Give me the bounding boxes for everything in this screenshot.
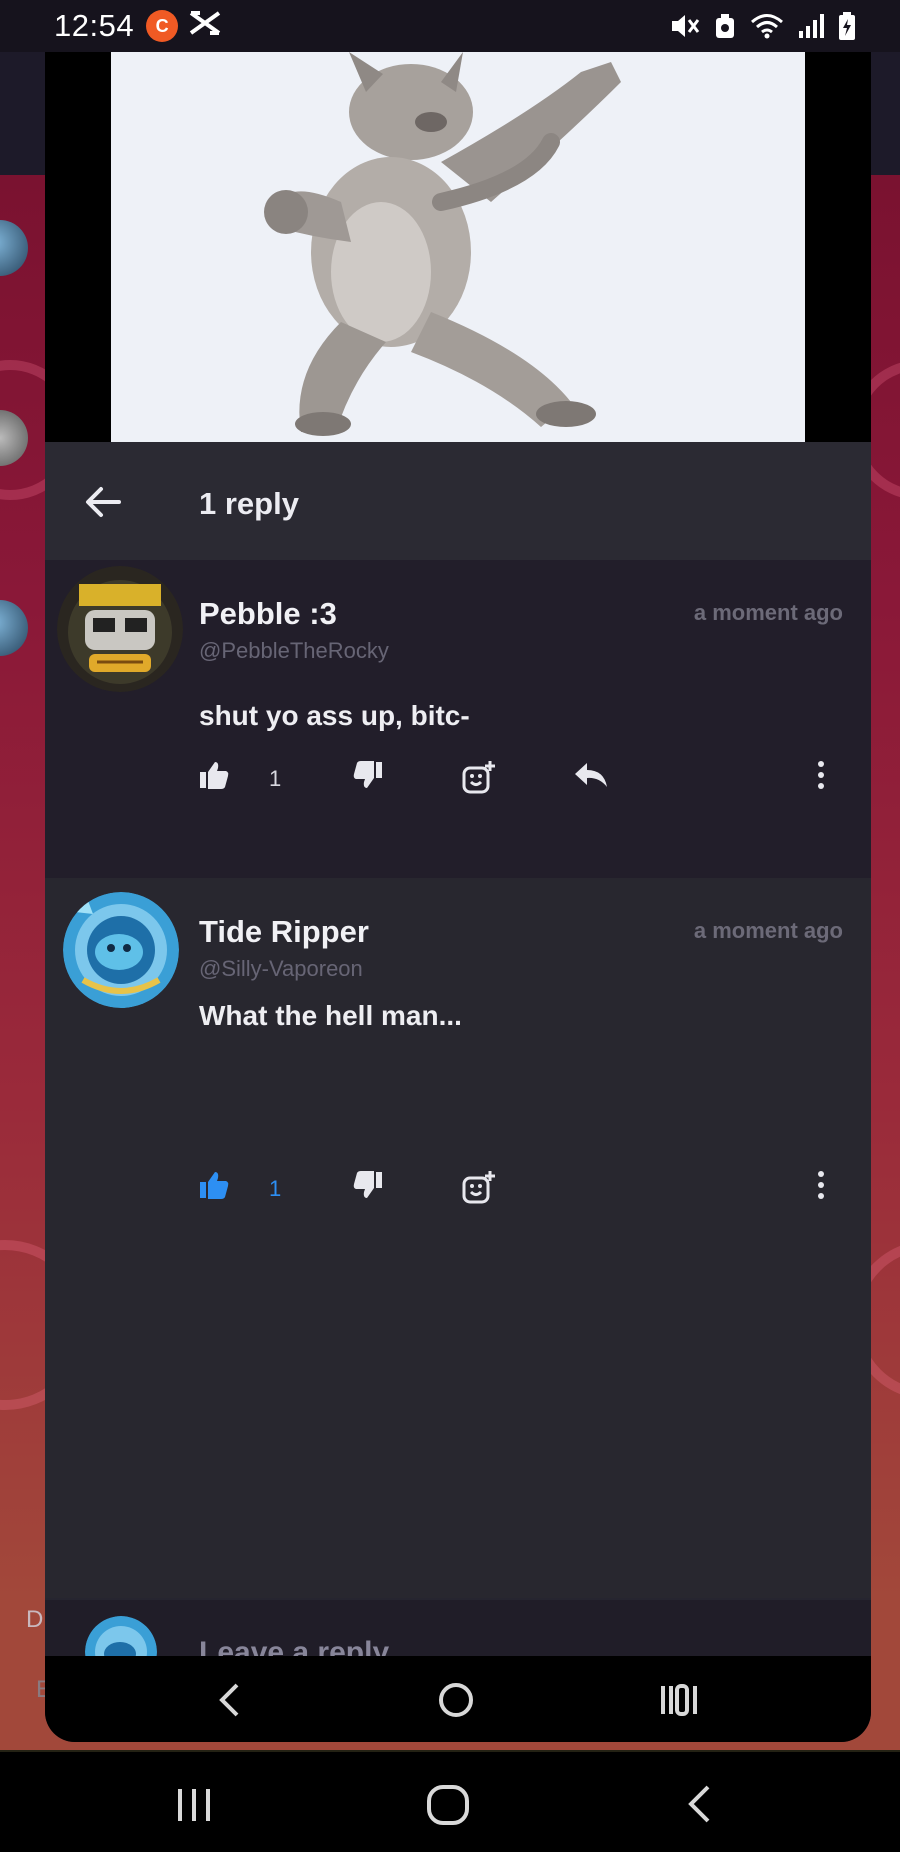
data-saver-icon	[714, 12, 736, 40]
dislike-button[interactable]	[353, 1170, 383, 1200]
comment-actions: 1	[199, 1164, 849, 1214]
comment-actions: 1	[199, 754, 849, 804]
background-avatar	[0, 220, 28, 276]
thumbs-down-icon	[353, 1171, 382, 1198]
thread-header: 1 reply	[45, 442, 871, 560]
dancing-cat-gif[interactable]	[111, 52, 805, 442]
like-button[interactable]	[199, 760, 229, 790]
add-reaction-icon	[462, 1171, 495, 1204]
add-reaction-button[interactable]	[461, 1170, 497, 1206]
battery-charging-icon	[838, 11, 856, 41]
comment-text: shut yo ass up, bitc-	[199, 700, 470, 731]
reply-arrow-icon	[575, 763, 607, 787]
back-nav-icon[interactable]	[217, 1682, 241, 1723]
thread-title: 1 reply	[199, 486, 299, 521]
recorded-navigation-bar	[45, 1656, 871, 1742]
more-options-button[interactable]	[817, 760, 825, 790]
background-text-fragment: D	[26, 1606, 44, 1633]
comment-handle[interactable]: @Silly-Vaporeon	[199, 956, 363, 982]
background-avatar	[0, 600, 28, 656]
add-reaction-button[interactable]	[461, 760, 497, 796]
signal-icon	[798, 13, 824, 39]
more-options-button[interactable]	[817, 1170, 825, 1200]
more-vertical-icon	[818, 761, 824, 789]
avatar[interactable]	[63, 892, 179, 1008]
dislike-button[interactable]	[353, 760, 383, 790]
comment-author[interactable]: Pebble :3	[199, 596, 337, 632]
more-vertical-icon	[818, 1171, 824, 1199]
comment-timestamp: a moment ago	[693, 600, 843, 625]
home-nav-icon[interactable]	[438, 1682, 474, 1723]
like-button[interactable]	[199, 1170, 229, 1200]
back-arrow-icon[interactable]	[83, 482, 123, 522]
status-time: 12:54	[54, 8, 135, 43]
parent-comment: Pebble :3 @PebbleTheRocky a moment ago s…	[45, 560, 871, 878]
add-reaction-icon	[462, 761, 495, 794]
comment-timestamp: a moment ago	[693, 918, 843, 943]
home-nav-icon[interactable]	[426, 1784, 470, 1831]
like-count: 1	[269, 1176, 282, 1201]
system-navigation-bar	[0, 1750, 900, 1852]
recents-nav-icon[interactable]	[176, 1786, 216, 1829]
mute-icon	[670, 12, 700, 40]
capcut-icon	[188, 10, 222, 43]
comment-text: What the hell man...	[199, 1000, 462, 1031]
comment-thread-screen: 1 reply Pebble :3 @PebbleTheRocky a mome…	[45, 52, 871, 1742]
screen-recorder-icon: C	[146, 10, 179, 42]
thumbs-up-icon	[200, 1172, 229, 1199]
thumbs-down-icon	[353, 761, 382, 788]
recents-nav-icon[interactable]	[660, 1682, 700, 1723]
like-count: 1	[269, 766, 282, 791]
gif-container	[45, 52, 871, 442]
comment-author[interactable]: Tide Ripper	[199, 914, 369, 950]
reply-button[interactable]	[573, 760, 609, 790]
reply-comment: Tide Ripper @Silly-Vaporeon a moment ago…	[45, 878, 871, 1598]
wifi-icon	[750, 13, 784, 39]
back-nav-icon[interactable]	[686, 1784, 712, 1829]
status-bar: 12:54 C	[0, 0, 900, 52]
avatar[interactable]	[57, 566, 183, 692]
thumbs-up-icon	[200, 762, 229, 789]
comment-handle[interactable]: @PebbleTheRocky	[199, 638, 389, 664]
